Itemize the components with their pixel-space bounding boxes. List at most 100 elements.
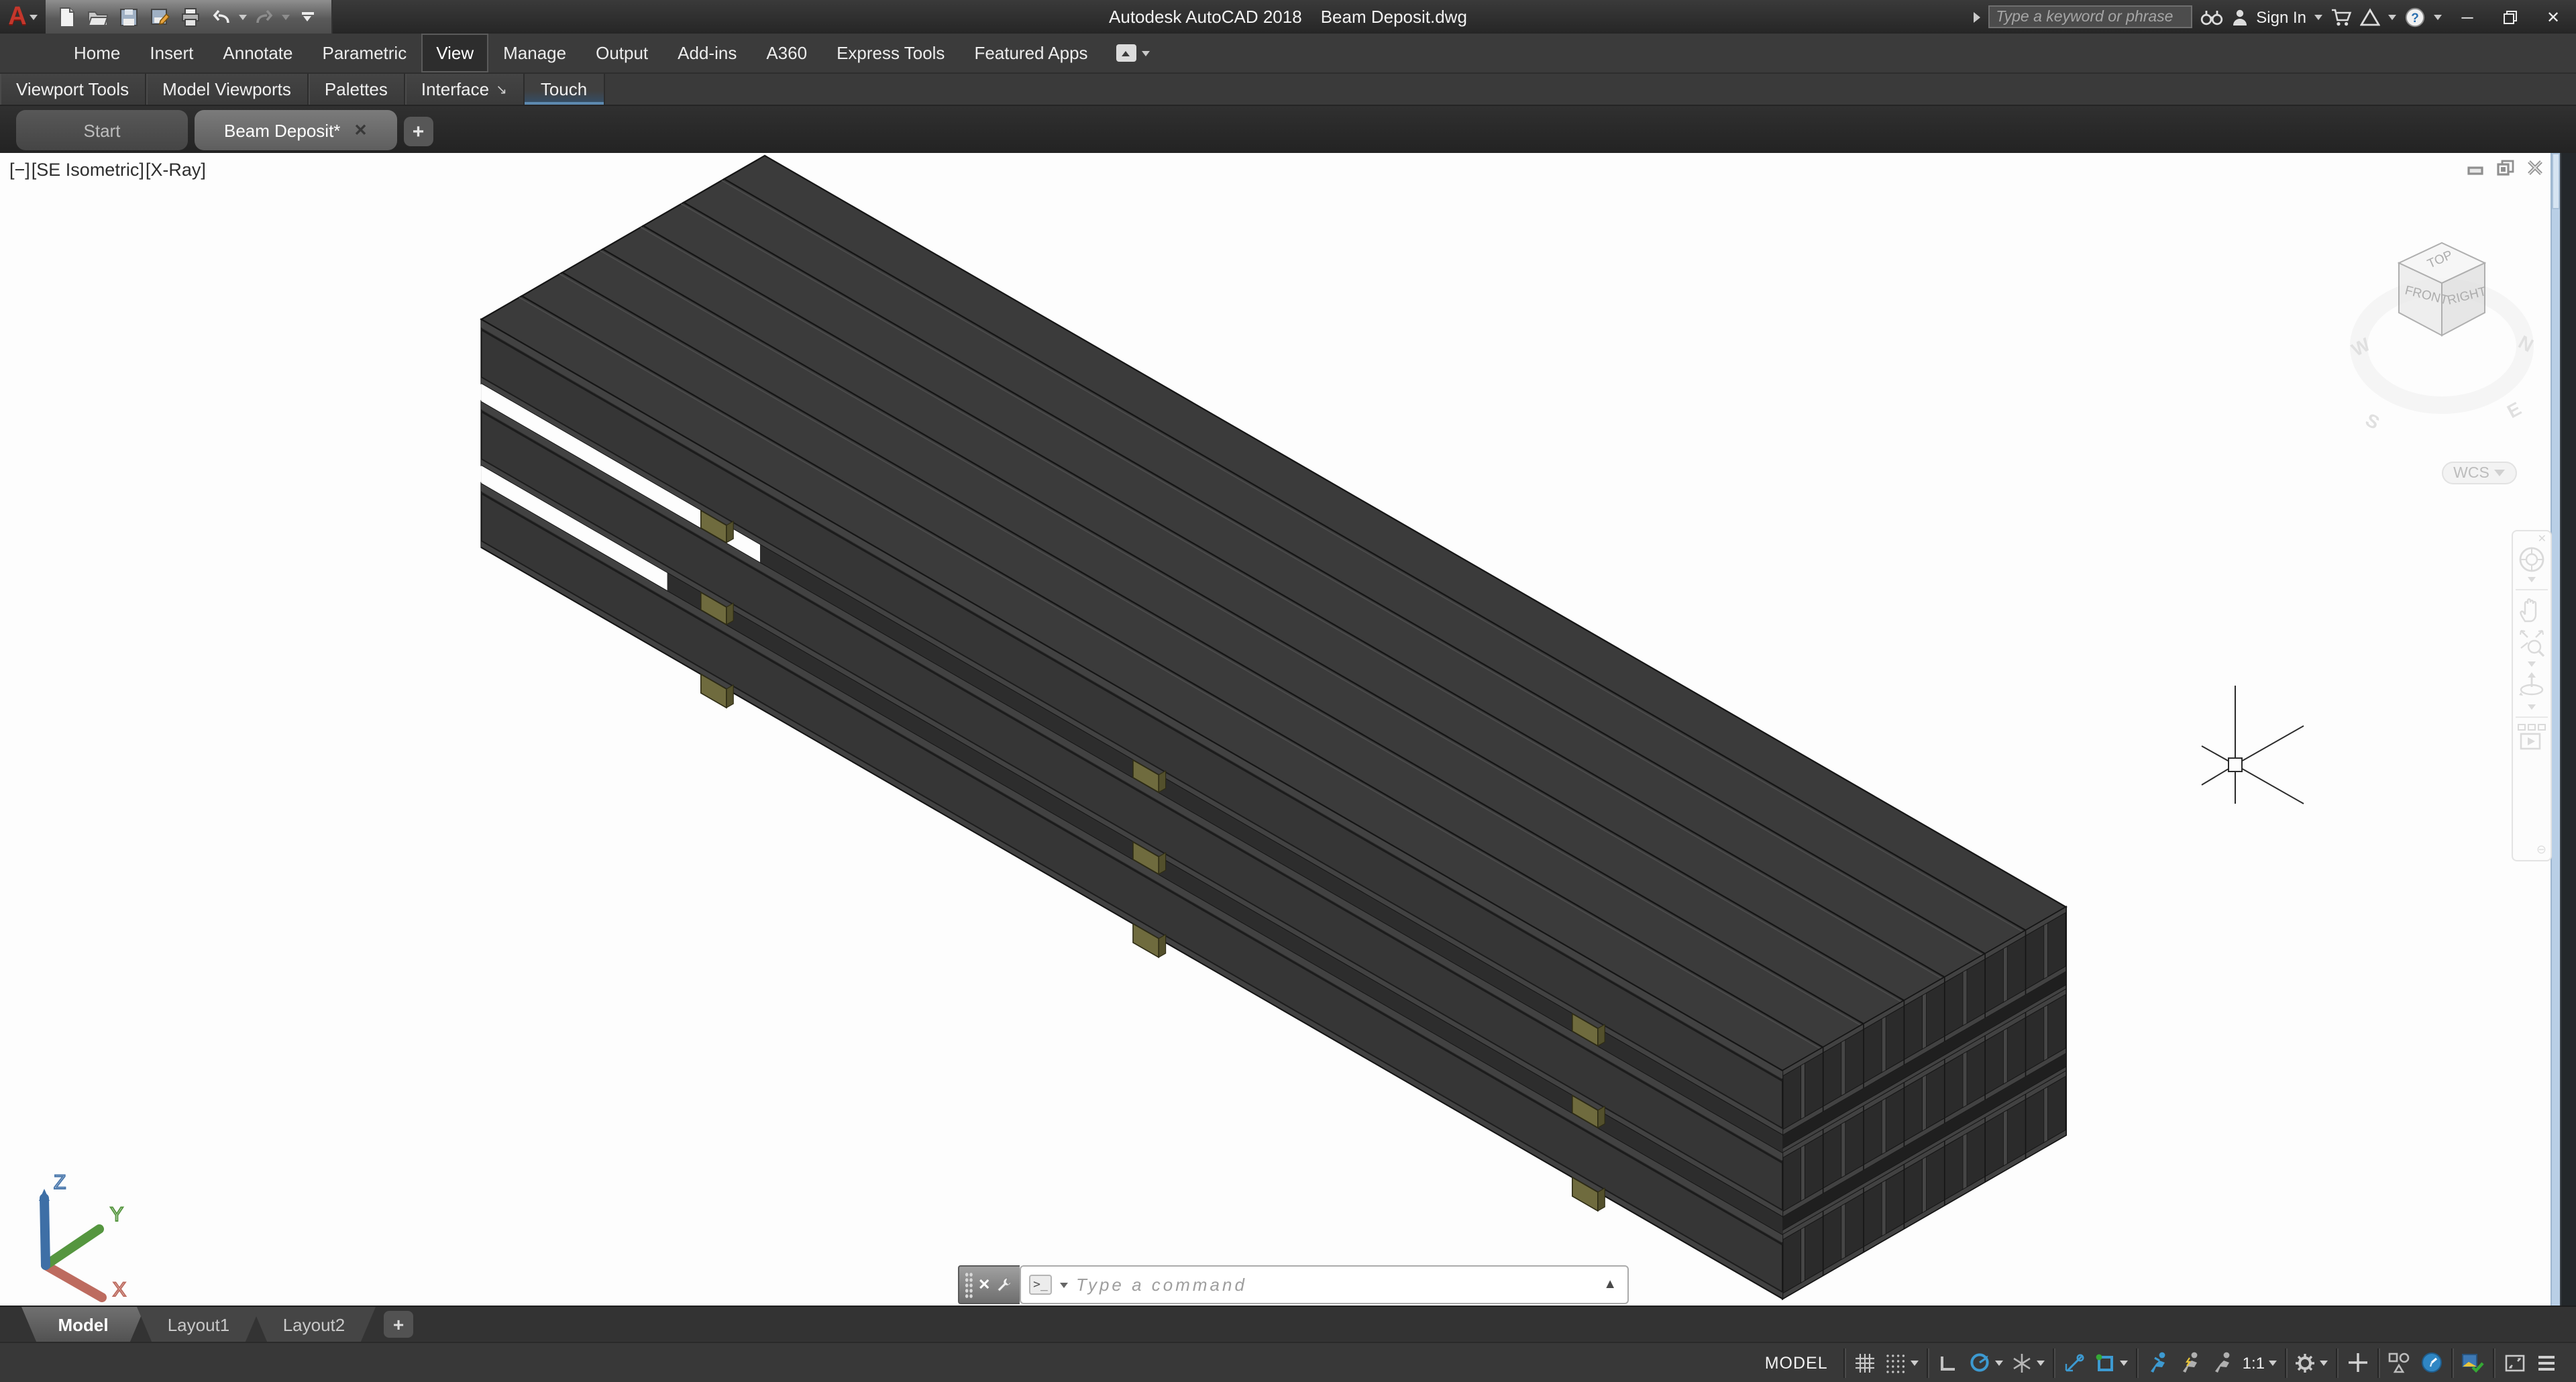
layout-tab-layout1[interactable]: Layout1 (137, 1307, 260, 1342)
grid-display-toggle[interactable] (1849, 1345, 1882, 1380)
navbar-close-icon[interactable]: ✕ (2538, 533, 2546, 545)
a360-caret[interactable] (2388, 14, 2396, 19)
layout-tab-layout2[interactable]: Layout2 (252, 1307, 376, 1342)
wheel-caret[interactable] (2528, 577, 2536, 582)
close-button[interactable]: ✕ (2536, 2, 2571, 32)
new-button[interactable] (54, 3, 80, 30)
ribbon-tab-a360[interactable]: A360 (751, 34, 822, 72)
wcs-dropdown[interactable]: WCS (2442, 462, 2517, 484)
scrollbar-thumb[interactable] (2552, 153, 2560, 209)
new-drawing-tab-button[interactable]: + (403, 117, 433, 146)
customization-button[interactable] (2530, 1345, 2563, 1380)
model-space-toggle[interactable]: MODEL (1753, 1345, 1840, 1380)
application-menu-button[interactable]: A (0, 0, 46, 34)
viewport-minimize-control[interactable]: [−] (9, 160, 30, 180)
isodraft-caret[interactable] (2037, 1360, 2045, 1365)
graphics-performance-toggle[interactable] (2415, 1345, 2447, 1380)
command-line-grip[interactable]: ✕ (958, 1265, 1020, 1304)
panel-palettes[interactable]: Palettes (308, 74, 405, 105)
help-icon[interactable]: ? (2404, 6, 2426, 28)
viewport-visual-style-control[interactable]: [X-Ray] (146, 160, 206, 180)
command-line[interactable]: ✕ >_ Type a command ▲ (958, 1265, 1629, 1304)
viewcube-cube[interactable]: TOP FRONT RIGHT (2397, 242, 2488, 337)
drawing-area[interactable]: [−] [SE Isometric] [X-Ray] Z Y X W N S E… (0, 153, 2576, 1306)
ortho-mode-toggle[interactable] (1933, 1345, 1965, 1380)
drawing-close-icon[interactable] (2526, 160, 2544, 176)
ribbon-display-caret[interactable] (1141, 50, 1150, 56)
annotation-scale-value[interactable]: 1:1 (2239, 1345, 2281, 1380)
app-store-cart-icon[interactable] (2330, 7, 2352, 26)
panel-viewport-tools[interactable]: Viewport Tools (0, 74, 147, 105)
isolate-objects-toggle[interactable] (2383, 1345, 2415, 1380)
search-binoculars-icon[interactable] (2200, 7, 2222, 26)
orbit-caret[interactable] (2528, 704, 2536, 710)
undo-button[interactable] (208, 3, 235, 30)
close-tab-icon[interactable]: ✕ (354, 121, 367, 140)
a360-icon[interactable] (2360, 7, 2380, 26)
minimize-button[interactable]: ─ (2450, 2, 2485, 32)
redo-dropdown-caret[interactable] (282, 14, 290, 19)
workspace-switching-button[interactable] (2290, 1345, 2332, 1380)
scale-caret[interactable] (2269, 1360, 2277, 1365)
polar-tracking-toggle[interactable] (1965, 1345, 2008, 1380)
qat-customize-button[interactable] (294, 3, 321, 30)
restore-button[interactable] (2493, 2, 2528, 32)
file-tab-beam-deposit[interactable]: Beam Deposit* ✕ (195, 110, 397, 150)
sign-in-caret[interactable] (2314, 14, 2322, 19)
panel-touch[interactable]: Touch (524, 74, 605, 105)
redo-button[interactable] (251, 3, 278, 30)
sign-in-button[interactable]: Sign In (2256, 7, 2306, 26)
infocenter-expand-icon[interactable] (1973, 11, 1980, 22)
undo-dropdown-caret[interactable] (239, 14, 247, 19)
ribbon-tab-annotate[interactable]: Annotate (208, 34, 307, 72)
annotation-autoscale-toggle[interactable] (2174, 1345, 2206, 1380)
viewcube[interactable]: W N S E TOP FRONT RIGHT (2345, 233, 2546, 496)
drawing-restore-icon[interactable] (2497, 160, 2514, 176)
hardware-acceleration-toggle[interactable] (2457, 1345, 2489, 1380)
object-snap-tracking-toggle[interactable] (2059, 1345, 2091, 1380)
polar-caret[interactable] (1995, 1360, 2004, 1365)
isometric-drafting-toggle[interactable] (2008, 1345, 2049, 1380)
navigation-bar[interactable]: ✕ ⊖ (2512, 530, 2552, 861)
navbar-collapse-icon[interactable]: ⊖ (2536, 843, 2546, 857)
ribbon-tab-addins[interactable]: Add-ins (663, 34, 751, 72)
zoom-extents-icon[interactable] (2517, 627, 2546, 659)
annotation-scale-sync-toggle[interactable] (2206, 1345, 2239, 1380)
orbit-icon[interactable] (2517, 670, 2546, 702)
pan-hand-icon[interactable] (2517, 594, 2546, 627)
command-input[interactable]: >_ Type a command ▲ (1020, 1265, 1629, 1304)
ribbon-tab-view[interactable]: View (421, 34, 489, 72)
drawing-minimize-icon[interactable] (2467, 160, 2485, 175)
object-snap-toggle[interactable] (2091, 1345, 2133, 1380)
annotation-visibility-toggle[interactable] (2142, 1345, 2174, 1380)
save-button[interactable] (115, 3, 142, 30)
workspace-caret[interactable] (2320, 1360, 2328, 1365)
ribbon-tab-home[interactable]: Home (59, 34, 135, 72)
viewport-view-control[interactable]: [SE Isometric] (32, 160, 144, 180)
osnap-caret[interactable] (2120, 1360, 2129, 1365)
panel-interface[interactable]: Interface ↘ (405, 74, 525, 105)
command-history-toggle[interactable]: ▲ (1603, 1277, 1617, 1292)
customize-wrench-icon[interactable] (996, 1276, 1013, 1293)
help-caret[interactable] (2434, 14, 2442, 19)
ribbon-tab-featured-apps[interactable]: Featured Apps (959, 34, 1102, 72)
command-close-icon[interactable]: ✕ (978, 1276, 990, 1293)
layout-tab-model[interactable]: Model (21, 1307, 145, 1342)
ribbon-tab-insert[interactable]: Insert (135, 34, 208, 72)
search-input[interactable] (1988, 5, 2192, 28)
save-as-button[interactable] (146, 3, 173, 30)
snap-mode-toggle[interactable] (1882, 1345, 1923, 1380)
panel-model-viewports[interactable]: Model Viewports (146, 74, 309, 105)
zoom-caret[interactable] (2528, 661, 2536, 667)
ribbon-tab-express-tools[interactable]: Express Tools (822, 34, 959, 72)
clean-screen-toggle[interactable] (2498, 1345, 2530, 1380)
annotation-monitor-toggle[interactable] (2341, 1345, 2373, 1380)
open-button[interactable] (85, 3, 111, 30)
file-tab-start[interactable]: Start (16, 110, 188, 150)
ribbon-tab-manage[interactable]: Manage (488, 34, 581, 72)
snap-caret[interactable] (1911, 1360, 1919, 1365)
ribbon-tab-output[interactable]: Output (581, 34, 663, 72)
plot-button[interactable] (177, 3, 204, 30)
ribbon-tab-parametric[interactable]: Parametric (308, 34, 422, 72)
vertical-scrollbar[interactable] (2551, 153, 2560, 1306)
